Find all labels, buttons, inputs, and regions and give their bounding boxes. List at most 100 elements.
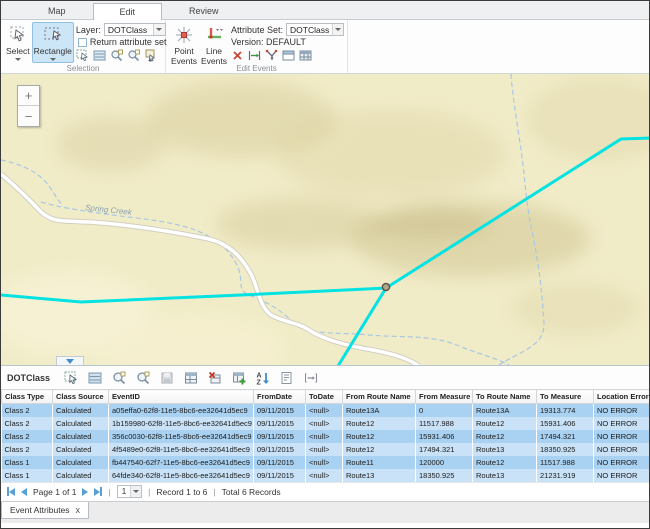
show-attributes-icon[interactable] <box>93 49 106 62</box>
select-button[interactable]: Select <box>4 22 32 63</box>
table-cell[interactable]: <null> <box>306 469 343 482</box>
column-header[interactable]: To Route Name <box>473 390 537 404</box>
table-cell[interactable]: Route12 <box>343 443 416 456</box>
attribute-window-icon[interactable] <box>282 49 295 62</box>
table-cell[interactable]: 18350.925 <box>537 443 594 456</box>
column-header[interactable]: Class Type <box>2 390 53 404</box>
select-tool-icon[interactable] <box>63 370 78 385</box>
table-cell[interactable]: Calculated <box>53 417 109 430</box>
measure-icon[interactable] <box>303 370 318 385</box>
table-cell[interactable]: 19313.774 <box>537 404 594 417</box>
table-cell[interactable]: 11517.988 <box>537 456 594 469</box>
close-icon[interactable]: x <box>76 505 81 515</box>
table-cell[interactable]: <null> <box>306 430 343 443</box>
table-cell[interactable]: Route12 <box>473 430 537 443</box>
table-cell[interactable]: Route13 <box>473 443 537 456</box>
table-cell[interactable]: 09/11/2015 <box>254 430 306 443</box>
table-cell[interactable]: Route12 <box>343 417 416 430</box>
panel-collapse-button[interactable] <box>56 356 84 365</box>
open-table-icon[interactable] <box>183 370 198 385</box>
table-row[interactable]: Class 1Calculatedfb447540-62f7-11e5-8bc6… <box>2 456 650 469</box>
save-icon[interactable] <box>159 370 174 385</box>
table-cell[interactable]: <null> <box>306 443 343 456</box>
column-header[interactable]: From Route Name <box>343 390 416 404</box>
table-cell[interactable]: Route12 <box>343 430 416 443</box>
attribute-set-dropdown-button[interactable] <box>332 24 343 35</box>
table-cell[interactable]: NO ERROR <box>594 469 650 482</box>
table-cell[interactable]: Route11 <box>343 456 416 469</box>
attribute-set-combobox[interactable]: DOTClass <box>286 23 344 36</box>
table-cell[interactable]: 15931.406 <box>416 430 473 443</box>
table-cell[interactable]: 09/11/2015 <box>254 417 306 430</box>
table-cell[interactable]: 356c0030-62f8-11e5-8bc6-ee32641d5ec9 <box>109 430 254 443</box>
table-cell[interactable]: 09/11/2015 <box>254 456 306 469</box>
table-cell[interactable]: a05effa0-62f8-11e5-8bc6-ee32641d5ec9 <box>109 404 254 417</box>
table-cell[interactable]: fb447540-62f7-11e5-8bc6-ee32641d5ec9 <box>109 456 254 469</box>
tab-edit[interactable]: Edit <box>93 3 163 20</box>
table-cell[interactable]: Route13 <box>343 469 416 482</box>
column-header[interactable]: From Measure <box>416 390 473 404</box>
sort-icon[interactable]: AZ <box>255 370 270 385</box>
table-cell[interactable]: Route12 <box>473 417 537 430</box>
show-selected-icon[interactable] <box>87 370 102 385</box>
column-header[interactable]: EventID <box>109 390 254 404</box>
table-cell[interactable]: 15931.406 <box>537 417 594 430</box>
table-cell[interactable]: 1b159980-62f8-11e5-8bc6-ee32641d5ec9 <box>109 417 254 430</box>
page-number-dropdown-button[interactable] <box>130 486 141 497</box>
next-page-button[interactable] <box>82 488 88 496</box>
event-table-icon[interactable] <box>299 49 312 62</box>
first-page-button[interactable] <box>7 487 15 496</box>
layer-combobox[interactable]: DOTClass <box>104 23 166 36</box>
table-cell[interactable]: Class 1 <box>2 456 53 469</box>
page-number-selector[interactable]: 1 <box>117 485 142 498</box>
rectangle-select-button[interactable]: Rectangle <box>32 22 74 63</box>
add-record-icon[interactable] <box>231 370 246 385</box>
table-cell[interactable]: NO ERROR <box>594 456 650 469</box>
table-cell[interactable]: Class 1 <box>2 469 53 482</box>
table-cell[interactable]: 64fde340-62f8-11e5-8bc6-ee32641d5ec9 <box>109 469 254 482</box>
zoom-in-button[interactable]: + <box>18 86 39 106</box>
table-cell[interactable]: 09/11/2015 <box>254 469 306 482</box>
table-cell[interactable]: 17494.321 <box>416 443 473 456</box>
table-cell[interactable]: Route13 <box>473 469 537 482</box>
point-events-button[interactable]: Point Events <box>169 22 199 63</box>
table-cell[interactable]: Class 2 <box>2 443 53 456</box>
route-junction-marker[interactable] <box>382 283 389 290</box>
identify-icon[interactable] <box>279 370 294 385</box>
table-cell[interactable]: 18350.925 <box>416 469 473 482</box>
interactive-select-icon[interactable] <box>76 49 89 62</box>
table-cell[interactable]: 4f5489e0-62f8-11e5-8bc6-ee32641d5ec9 <box>109 443 254 456</box>
return-attribute-set-checkbox[interactable] <box>78 38 87 47</box>
table-row[interactable]: Class 1Calculated64fde340-62f8-11e5-8bc6… <box>2 469 650 482</box>
table-cell[interactable]: <null> <box>306 404 343 417</box>
table-row[interactable]: Class 2Calculateda05effa0-62f8-11e5-8bc6… <box>2 404 650 417</box>
table-cell[interactable]: 09/11/2015 <box>254 443 306 456</box>
table-cell[interactable]: Calculated <box>53 469 109 482</box>
table-cell[interactable]: <null> <box>306 456 343 469</box>
merge-event-icon[interactable] <box>265 49 278 62</box>
column-header[interactable]: To Measure <box>537 390 594 404</box>
table-cell[interactable]: NO ERROR <box>594 404 650 417</box>
table-row[interactable]: Class 2Calculated1b159980-62f8-11e5-8bc6… <box>2 417 650 430</box>
delete-event-icon[interactable] <box>231 49 244 62</box>
table-cell[interactable]: Class 2 <box>2 404 53 417</box>
table-cell[interactable]: 11517.988 <box>416 417 473 430</box>
table-cell[interactable]: 09/11/2015 <box>254 404 306 417</box>
zoom-out-button[interactable]: − <box>18 106 39 126</box>
split-event-icon[interactable] <box>248 49 261 62</box>
tab-review[interactable]: Review <box>162 2 246 19</box>
table-cell[interactable]: 0 <box>416 404 473 417</box>
table-cell[interactable]: Calculated <box>53 443 109 456</box>
table-row[interactable]: Class 2Calculated4f5489e0-62f8-11e5-8bc6… <box>2 443 650 456</box>
table-cell[interactable]: Calculated <box>53 456 109 469</box>
column-header[interactable]: Class Source <box>53 390 109 404</box>
layer-dropdown-button[interactable] <box>153 24 165 35</box>
table-cell[interactable]: Class 2 <box>2 417 53 430</box>
column-header[interactable]: FromDate <box>254 390 306 404</box>
table-cell[interactable]: NO ERROR <box>594 417 650 430</box>
table-cell[interactable]: Calculated <box>53 430 109 443</box>
table-cell[interactable]: NO ERROR <box>594 430 650 443</box>
table-cell[interactable]: 17494.321 <box>537 430 594 443</box>
zoom-to-event-icon[interactable] <box>111 370 126 385</box>
previous-page-button[interactable] <box>21 488 27 496</box>
